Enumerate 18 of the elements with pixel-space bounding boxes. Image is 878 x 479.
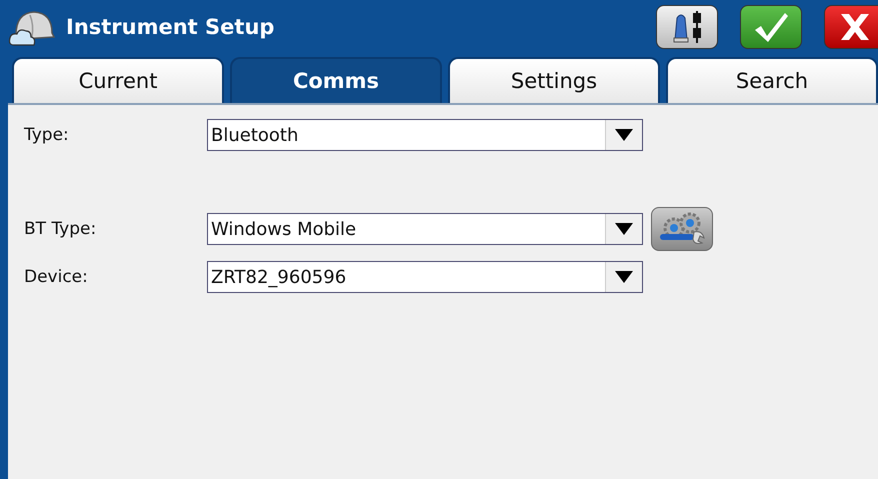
- dropdown-arrow-icon: [615, 223, 633, 235]
- dropdown-field[interactable]: ZRT82_960596: [207, 261, 643, 293]
- confirm-button[interactable]: [740, 4, 802, 48]
- tab[interactable]: Settings: [448, 57, 660, 103]
- field-label: BT Type:: [24, 219, 98, 239]
- tab[interactable]: Current: [12, 57, 224, 103]
- tab[interactable]: Comms: [230, 57, 442, 103]
- dropdown-arrow-icon: [615, 271, 633, 283]
- dropdown-field[interactable]: Bluetooth: [207, 119, 643, 151]
- dropdown-arrow-icon: [615, 129, 633, 141]
- field-label: Device:: [24, 267, 89, 287]
- tab[interactable]: Search: [666, 57, 878, 103]
- close-button[interactable]: [824, 4, 878, 48]
- dropdown-field[interactable]: Windows Mobile: [207, 213, 643, 245]
- settings-button[interactable]: [651, 207, 713, 251]
- instrument-button[interactable]: [656, 4, 718, 48]
- field-label: Type:: [24, 125, 70, 145]
- window-title: Instrument Setup: [66, 14, 274, 38]
